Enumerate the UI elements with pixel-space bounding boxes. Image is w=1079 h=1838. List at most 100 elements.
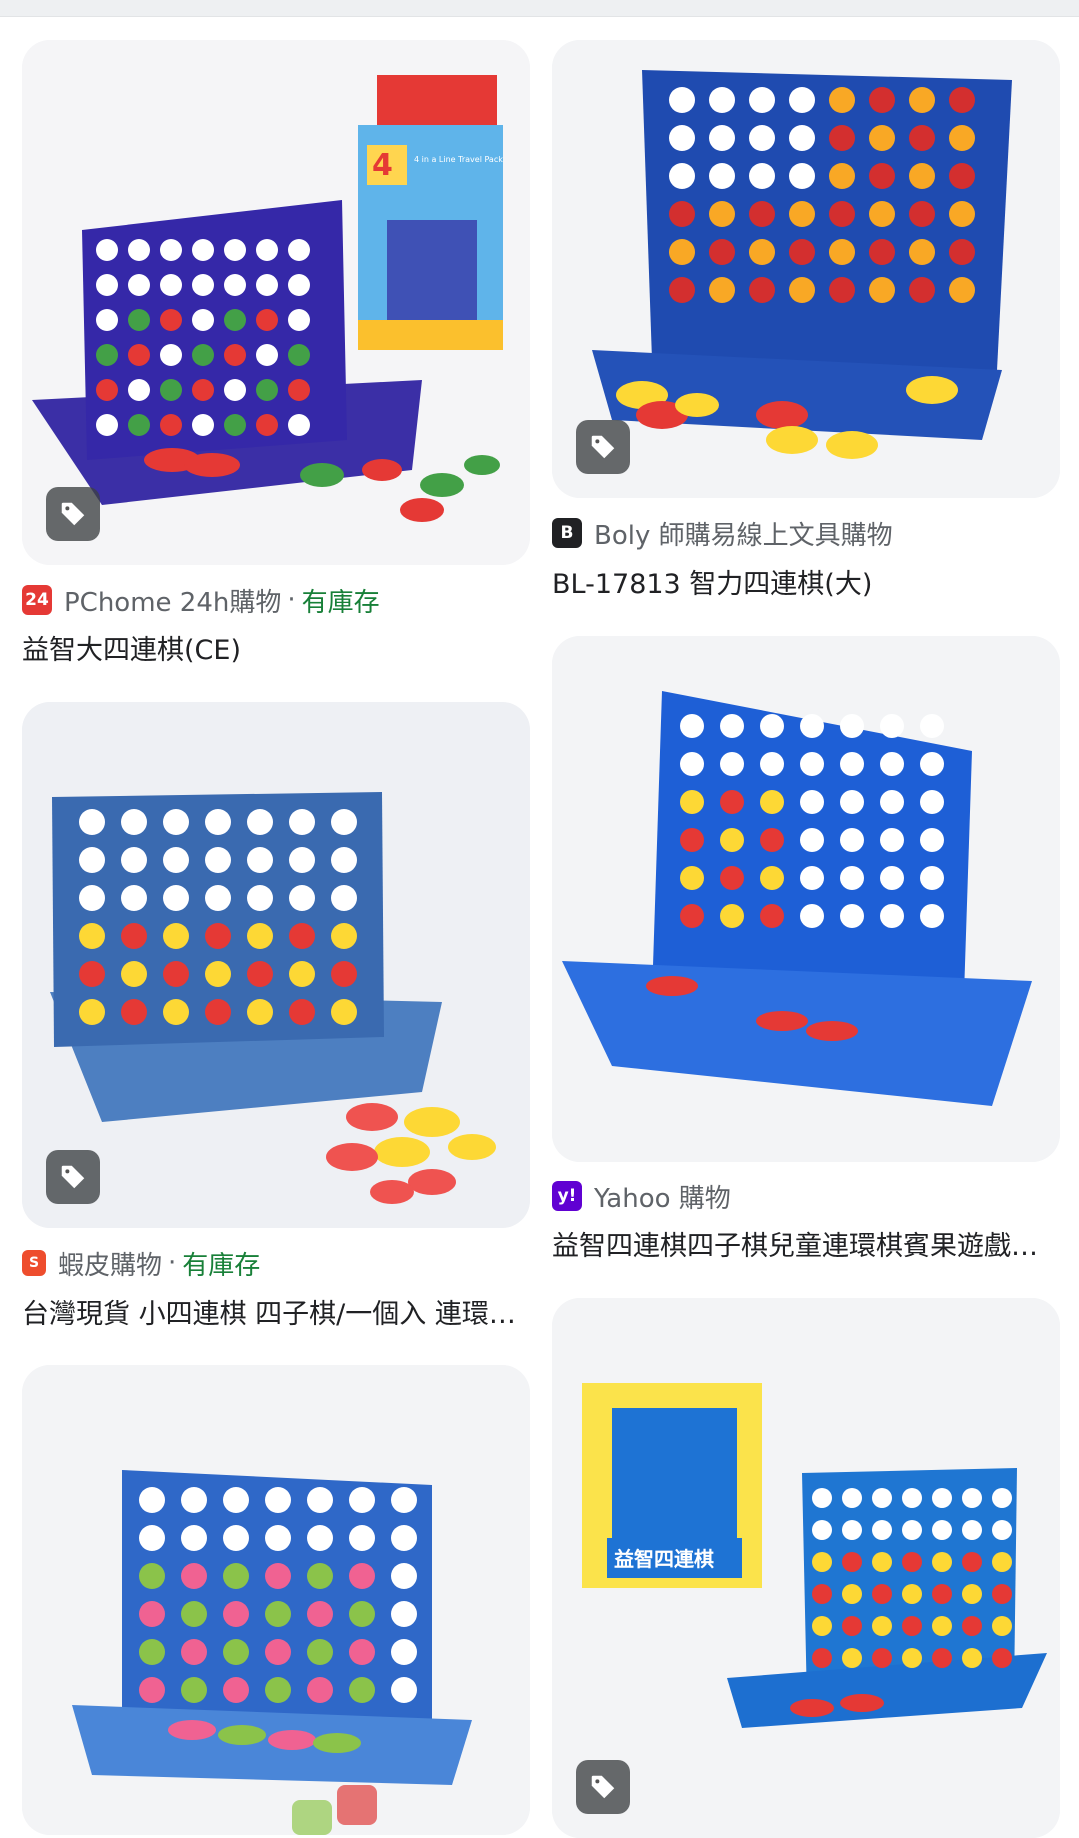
board-hole xyxy=(307,1601,333,1627)
price-tag-icon xyxy=(591,435,615,459)
board-hole xyxy=(96,414,118,436)
board-hole xyxy=(909,163,935,189)
board-hole xyxy=(949,239,975,265)
board-hole xyxy=(205,923,231,949)
shopee-bag-icon: S xyxy=(22,1250,46,1276)
board-hole xyxy=(224,414,246,436)
board-hole xyxy=(265,1639,291,1665)
board-hole xyxy=(128,309,150,331)
board-hole xyxy=(840,828,864,852)
board-hole xyxy=(932,1488,952,1508)
price-tag-icon xyxy=(61,502,85,526)
board-hole xyxy=(96,309,118,331)
price-tag-icon xyxy=(61,1165,85,1189)
result-source[interactable]: B Boly 師購易線上文具購物 xyxy=(552,515,893,551)
board-hole xyxy=(992,1616,1012,1636)
result-card-6[interactable]: 益智四連棋 xyxy=(552,1298,1060,1838)
board-hole xyxy=(163,999,189,1025)
board-hole xyxy=(800,828,824,852)
board-hole xyxy=(160,379,182,401)
board-hole xyxy=(224,344,246,366)
board-hole xyxy=(128,344,150,366)
board-hole xyxy=(256,414,278,436)
board-hole xyxy=(680,904,704,928)
result-source[interactable]: S 蝦皮購物 · 有庫存 xyxy=(22,1245,260,1281)
board-hole xyxy=(256,274,278,296)
board-hole xyxy=(709,239,735,265)
product-image[interactable]: 4 4 in a Line Travel Pack xyxy=(22,40,530,565)
board-hole xyxy=(680,790,704,814)
board-hole xyxy=(265,1601,291,1627)
board-hole xyxy=(307,1677,333,1703)
shopping-tag-button[interactable] xyxy=(576,420,630,474)
board-hole xyxy=(669,277,695,303)
board-hole xyxy=(224,309,246,331)
board-hole xyxy=(121,999,147,1025)
board-hole xyxy=(720,828,744,852)
board-hole xyxy=(812,1584,832,1604)
board-hole xyxy=(163,847,189,873)
board-hole xyxy=(920,790,944,814)
board-hole xyxy=(869,87,895,113)
box-art-banner: 4 in a Line Travel Pack xyxy=(414,155,503,164)
board-hole xyxy=(812,1552,832,1572)
board-hole xyxy=(669,87,695,113)
connect-four-image xyxy=(22,702,530,1228)
result-card-yahoo[interactable]: y! Yahoo 購物 益智四連棋四子棋兒童連環棋賓果遊戲益智玩具 xyxy=(552,636,1060,1262)
board-hole xyxy=(932,1584,952,1604)
result-title[interactable]: 益智四連棋四子棋兒童連環棋賓果遊戲益智玩具 xyxy=(552,1224,1060,1263)
board-hole xyxy=(902,1520,922,1540)
board-hole xyxy=(247,885,273,911)
board-hole xyxy=(842,1488,862,1508)
pchome-logo-icon: 24 xyxy=(22,585,52,615)
board-hole xyxy=(709,201,735,227)
shopping-tag-button[interactable] xyxy=(46,1150,100,1204)
dot-separator: · xyxy=(168,1248,177,1278)
board-hole xyxy=(96,344,118,366)
board-hole xyxy=(669,201,695,227)
board-hole xyxy=(160,239,182,261)
board-hole xyxy=(349,1525,375,1551)
product-image[interactable] xyxy=(552,40,1060,498)
product-image[interactable] xyxy=(552,636,1060,1162)
board-hole xyxy=(391,1563,417,1589)
product-image[interactable] xyxy=(22,1365,530,1835)
board-hole xyxy=(181,1525,207,1551)
board-hole xyxy=(840,790,864,814)
board-hole xyxy=(789,87,815,113)
result-card-5[interactable] xyxy=(22,1365,530,1835)
result-title[interactable]: 益智大四連棋(CE) xyxy=(22,628,530,667)
board-hole xyxy=(992,1552,1012,1572)
board-hole xyxy=(96,239,118,261)
board-hole xyxy=(902,1584,922,1604)
board-hole xyxy=(79,999,105,1025)
board-hole xyxy=(749,239,775,265)
board-hole xyxy=(720,790,744,814)
product-image[interactable]: 益智四連棋 xyxy=(552,1298,1060,1838)
board-hole xyxy=(680,866,704,890)
board-hole xyxy=(872,1552,892,1572)
board-hole xyxy=(720,752,744,776)
result-title[interactable]: BL-17813 智力四連棋(大) xyxy=(552,562,1060,601)
result-card-pchome[interactable]: 4 4 in a Line Travel Pack 24 PChome 24h購… xyxy=(22,40,530,666)
result-title[interactable]: 台灣現貨 小四連棋 四子棋/一個入 連環棋 賓果遊戲 xyxy=(22,1292,530,1331)
boly-logo-icon: B xyxy=(552,518,582,548)
board-hole xyxy=(391,1639,417,1665)
board-hole xyxy=(307,1563,333,1589)
board-hole xyxy=(181,1639,207,1665)
board-hole xyxy=(391,1487,417,1513)
board-hole xyxy=(192,274,214,296)
board-hole xyxy=(789,277,815,303)
result-source[interactable]: y! Yahoo 購物 xyxy=(552,1178,731,1214)
connect-four-image xyxy=(22,1365,530,1835)
product-image[interactable] xyxy=(22,702,530,1228)
board-hole xyxy=(760,904,784,928)
result-card-boly[interactable]: B Boly 師購易線上文具購物 BL-17813 智力四連棋(大) xyxy=(552,40,1060,600)
shopping-tag-button[interactable] xyxy=(46,487,100,541)
result-card-shopee[interactable]: S 蝦皮購物 · 有庫存 台灣現貨 小四連棋 四子棋/一個入 連環棋 賓果遊戲 xyxy=(22,702,530,1330)
result-source[interactable]: 24 PChome 24h購物 · 有庫存 xyxy=(22,582,380,618)
board-hole xyxy=(932,1648,952,1668)
board-hole xyxy=(139,1487,165,1513)
board-hole xyxy=(869,277,895,303)
board-hole xyxy=(163,961,189,987)
